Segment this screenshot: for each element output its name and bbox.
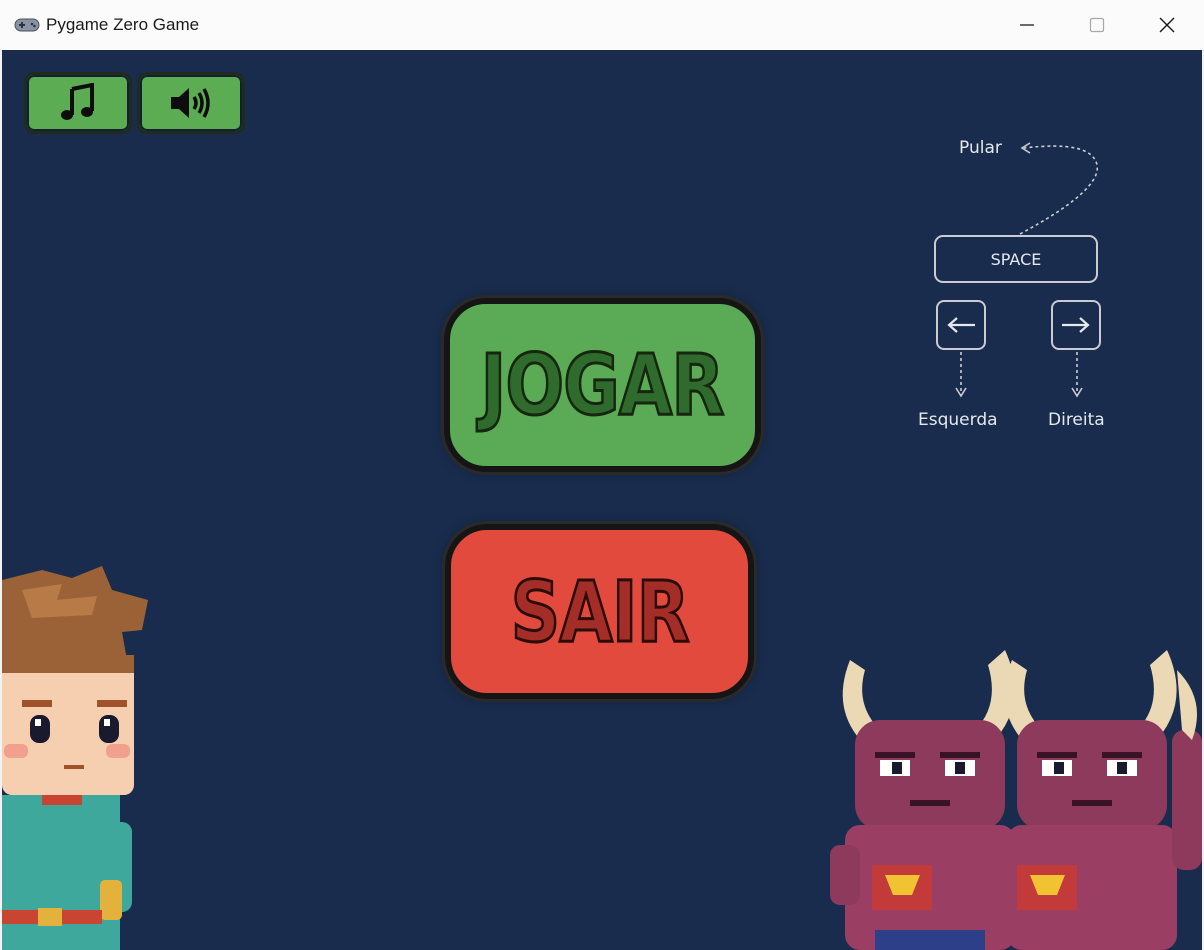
sound-toggle-button[interactable] [137,72,245,134]
music-toggle-button[interactable] [24,72,132,134]
minimize-button[interactable] [992,0,1062,50]
gamepad-icon [14,18,40,32]
close-icon [1159,17,1175,33]
minimize-icon [1020,24,1034,26]
left-arrow-key [936,300,986,350]
quit-button-label: SAIR [509,561,691,662]
arrow-left-icon [947,317,975,333]
quit-button[interactable]: SAIR [445,524,754,699]
right-arrow-key [1051,300,1101,350]
right-label: Direita [1048,410,1105,430]
left-label: Esquerda [918,410,998,430]
space-key: SPACE [934,235,1098,283]
play-button-label: JOGAR [480,335,726,436]
maximize-icon [1089,17,1105,33]
maximize-button[interactable] [1062,0,1132,50]
window-title: Pygame Zero Game [46,15,200,34]
jump-label: Pular [959,138,1002,158]
music-note-icon [61,83,94,120]
space-key-label: SPACE [990,249,1042,269]
speaker-icon [171,88,210,118]
play-button[interactable]: JOGAR [444,298,761,472]
game-canvas: JOGAR SAIR Pular SPACE Esquerda Direita [2,50,1202,950]
window-titlebar: Pygame Zero Game [0,0,1204,51]
hero-sprite [2,566,148,950]
close-button[interactable] [1132,0,1202,50]
enemy-sprite-2 [1004,650,1202,950]
arrow-right-icon [1062,317,1090,333]
